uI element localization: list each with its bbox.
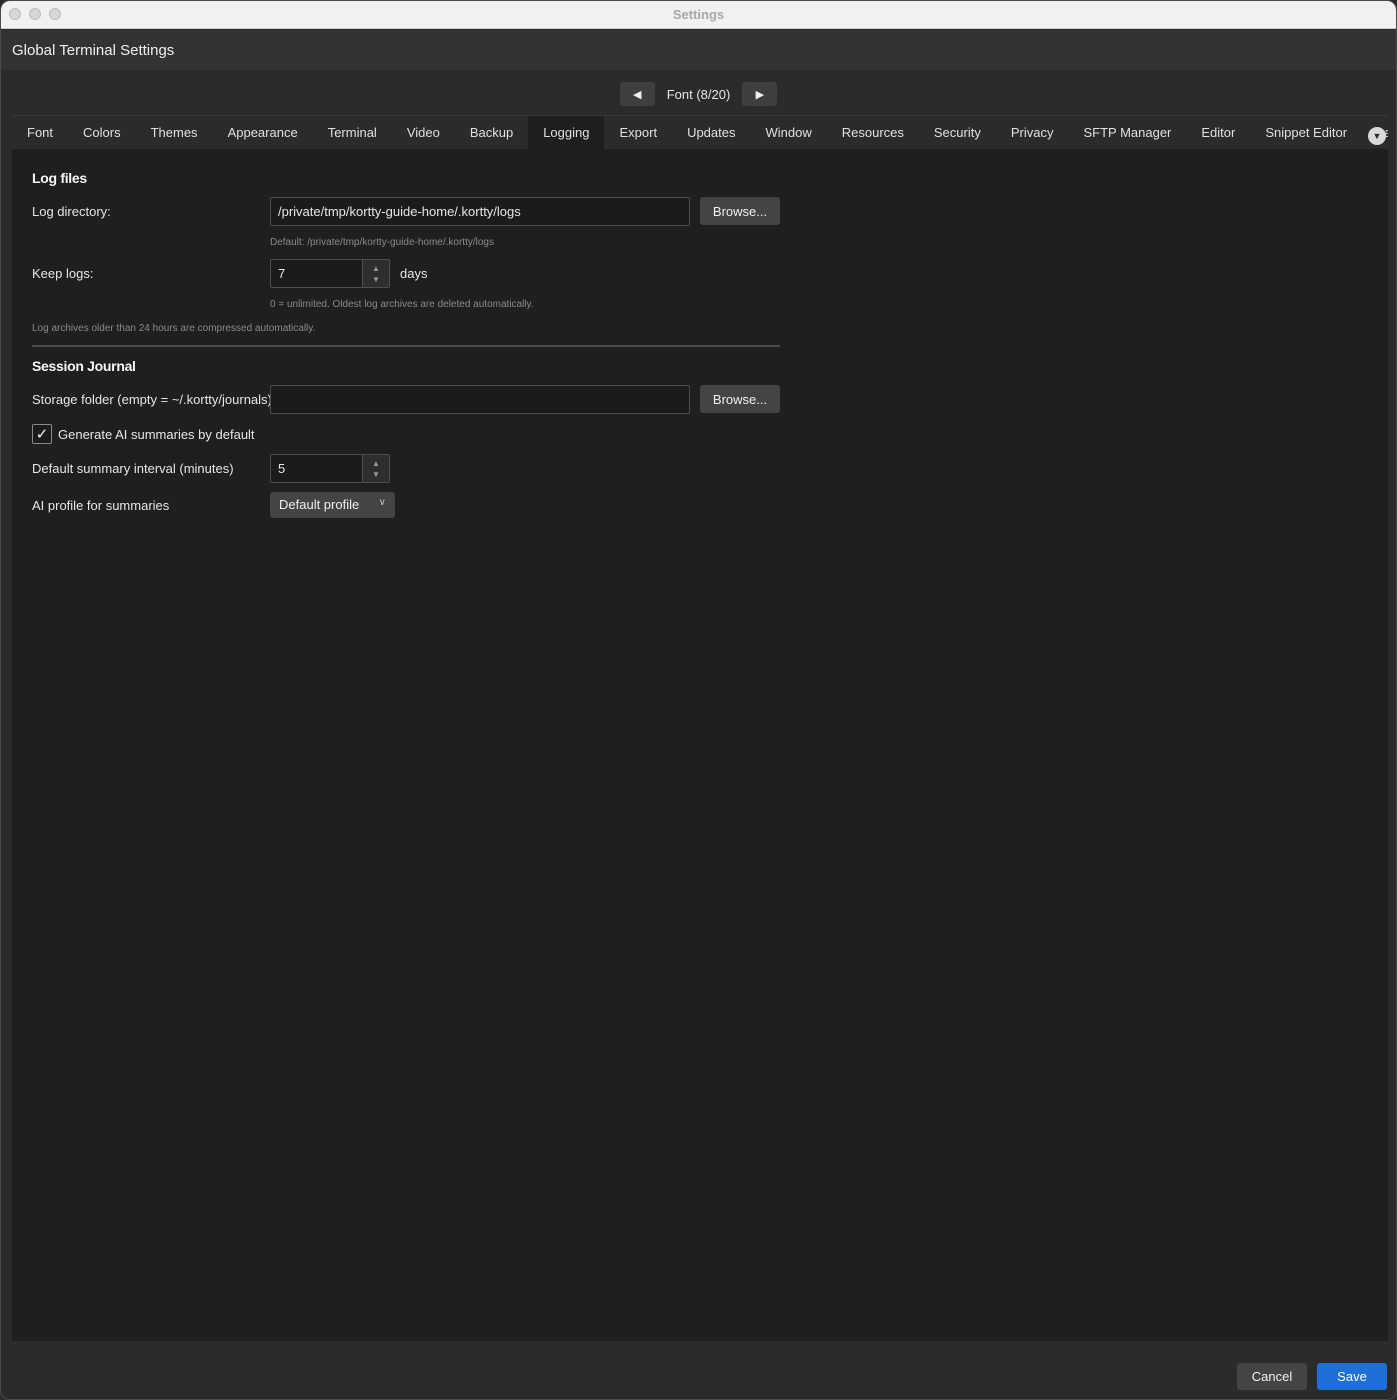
ai-profile-selected-value: Default profile [279, 497, 360, 512]
keep-logs-label: Keep logs: [32, 266, 94, 281]
tab-logging[interactable]: Logging [528, 116, 605, 149]
keep-logs-unit: days [400, 266, 428, 281]
storage-folder-label: Storage folder (empty = ~/.kortty/journa… [32, 392, 272, 407]
tab-window[interactable]: Window [750, 116, 826, 149]
tab-resources[interactable]: Resources [827, 116, 919, 149]
storage-folder-input[interactable] [270, 385, 690, 414]
tab-export[interactable]: Export [604, 116, 672, 149]
triangle-left-icon: ◀ [632, 88, 642, 101]
settings-header: Global Terminal Settings [1, 30, 1396, 70]
close-window-button[interactable] [9, 8, 21, 20]
storage-folder-browse-button[interactable]: Browse... [700, 385, 780, 413]
category-position-label: Font (8/20) [666, 86, 731, 102]
settings-tab-bar: Font Colors Themes Appearance Terminal Video B… [12, 115, 1388, 149]
ai-profile-select[interactable]: Default profile ∨ [270, 492, 395, 518]
tab-terminal[interactable]: Terminal [313, 116, 392, 149]
settings-window: Settings Global Terminal Settings ◀ Font… [0, 0, 1397, 1400]
previous-category-button[interactable]: ◀ [619, 82, 655, 106]
zoom-window-button[interactable] [49, 8, 61, 20]
log-directory-input[interactable]: /private/tmp/kortty-guide-home/.kortty/l… [270, 197, 690, 226]
cancel-button[interactable]: Cancel [1237, 1363, 1307, 1390]
tab-snippet-editor[interactable]: Snippet Editor [1250, 116, 1362, 149]
tab-backup[interactable]: Backup [455, 116, 528, 149]
archive-compression-hint: Log archives older than 24 hours are com… [32, 323, 316, 334]
tab-security[interactable]: Security [919, 116, 996, 149]
keep-logs-stepper[interactable]: 7 ▲ ▼ [270, 259, 390, 288]
summary-interval-value[interactable]: 5 [278, 461, 285, 476]
ai-profile-label: AI profile for summaries [32, 498, 170, 513]
log-directory-browse-button[interactable]: Browse... [700, 197, 780, 225]
tab-sftp-manager[interactable]: SFTP Manager [1068, 116, 1186, 149]
chevron-down-icon: ∨ [378, 497, 386, 508]
log-directory-default-hint: Default: /private/tmp/kortty-guide-home/… [270, 237, 494, 248]
chevron-up-icon[interactable]: ▲ [372, 263, 380, 274]
keep-logs-hint: 0 = unlimited. Oldest log archives are d… [270, 299, 534, 310]
chevron-down-icon[interactable]: ▼ [372, 274, 380, 285]
tab-editor[interactable]: Editor [1186, 116, 1250, 149]
tab-privacy[interactable]: Privacy [996, 116, 1069, 149]
ai-summaries-checkbox[interactable]: ✓ [32, 424, 52, 444]
log-files-heading: Log files [32, 170, 87, 186]
window-controls [9, 8, 61, 20]
chevron-up-icon[interactable]: ▲ [372, 458, 380, 469]
summary-interval-label: Default summary interval (minutes) [32, 461, 234, 476]
minimize-window-button[interactable] [29, 8, 41, 20]
tab-video[interactable]: Video [392, 116, 455, 149]
section-divider [32, 345, 780, 347]
tab-font[interactable]: Font [12, 116, 68, 149]
session-journal-heading: Session Journal [32, 358, 136, 374]
checkmark-icon: ✓ [35, 426, 49, 443]
tab-appearance[interactable]: Appearance [213, 116, 313, 149]
stepper-arrows[interactable]: ▲ ▼ [362, 455, 389, 482]
category-pager: ◀ Font (8/20) ▶ [1, 82, 1396, 106]
logging-panel: Log files Log directory: /private/tmp/ko… [12, 149, 1388, 1341]
page-title: Global Terminal Settings [12, 41, 175, 59]
stepper-arrows[interactable]: ▲ ▼ [362, 260, 389, 287]
keep-logs-value[interactable]: 7 [278, 266, 285, 281]
window-title: Settings [672, 7, 725, 22]
dialog-footer: Cancel Save [1, 1341, 1396, 1399]
chevron-down-icon[interactable]: ▼ [372, 469, 380, 480]
tab-overflow-button[interactable]: ▼ [1368, 127, 1386, 145]
triangle-right-icon: ▶ [755, 88, 765, 101]
summary-interval-stepper[interactable]: 5 ▲ ▼ [270, 454, 390, 483]
chevron-down-icon: ▼ [1372, 131, 1382, 141]
tab-themes[interactable]: Themes [136, 116, 213, 149]
title-bar: Settings [1, 1, 1396, 29]
next-category-button[interactable]: ▶ [742, 82, 778, 106]
ai-summaries-label[interactable]: Generate AI summaries by default [58, 427, 255, 442]
tab-colors[interactable]: Colors [68, 116, 136, 149]
tab-updates[interactable]: Updates [672, 116, 750, 149]
save-button[interactable]: Save [1317, 1363, 1387, 1390]
log-directory-label: Log directory: [32, 204, 111, 219]
